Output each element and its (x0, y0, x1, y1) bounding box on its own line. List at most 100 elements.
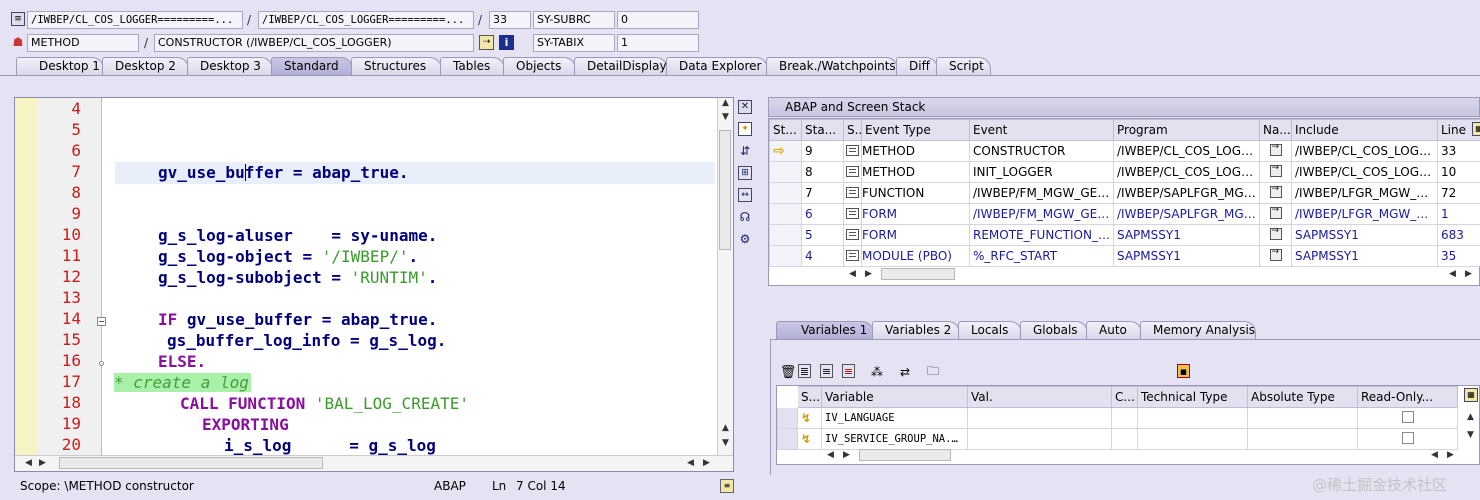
event-type[interactable]: FORM (861, 203, 970, 225)
layout-icon[interactable]: ▦ (1472, 122, 1480, 136)
read-only-checkbox[interactable] (1401, 410, 1414, 423)
tab-variables-2[interactable]: Variables 2 (872, 321, 960, 339)
event-type[interactable]: FUNCTION (861, 182, 970, 204)
scroll-left-icon[interactable]: ◀ (25, 458, 32, 468)
line[interactable]: 1 (1437, 203, 1480, 225)
line[interactable]: 10 (1437, 161, 1480, 183)
column-header[interactable]: S... (843, 119, 862, 141)
event[interactable]: /IWBEP/FM_MGW_GET_... (969, 203, 1114, 225)
tab-script[interactable]: Script (936, 57, 991, 75)
include[interactable]: /IWBEP/CL_COS_LOGGE... (1291, 161, 1438, 183)
tab-variables-1[interactable]: Variables 1 (776, 321, 874, 339)
navigate-icon[interactable] (1269, 205, 1282, 219)
event[interactable]: REMOTE_FUNCTION_CA... (969, 224, 1114, 246)
stack-level[interactable]: 4 (801, 245, 844, 267)
scroll-up-icon[interactable]: ▲ (722, 423, 729, 433)
scroll-right-icon[interactable]: ▶ (703, 458, 710, 468)
scroll-thumb[interactable] (859, 449, 951, 461)
tab-memory-analysis[interactable]: Memory Analysis (1140, 321, 1256, 339)
row-selector[interactable] (777, 407, 798, 429)
scroll-thumb[interactable] (881, 268, 955, 280)
column-header[interactable]: S... (797, 386, 822, 408)
tab-auto[interactable]: Auto (1086, 321, 1142, 339)
scroll-left-icon[interactable]: ◀ (687, 458, 694, 468)
row-selector[interactable] (777, 428, 798, 450)
sysvar-value-tabix[interactable]: 1 (617, 34, 699, 52)
column-header[interactable]: Event (969, 119, 1114, 141)
event[interactable]: /IWBEP/FM_MGW_GET_... (969, 182, 1114, 204)
tab-breakpoints[interactable]: Break./Watchpoints (766, 57, 898, 75)
program[interactable]: /IWBEP/SAPLFGR_MGW... (1113, 203, 1260, 225)
table-row[interactable]: ⇨ 9 METHOD CONSTRUCTOR/IWBEP/CL_COS_LOGGE..… (769, 140, 1480, 162)
document-icon[interactable]: ≡ (720, 479, 734, 493)
list-icon[interactable]: ≣ (798, 364, 811, 378)
include-field[interactable]: /IWBEP/CL_COS_LOGGER=========... (258, 11, 474, 29)
scroll-left-icon[interactable]: ◀ (849, 269, 856, 279)
scroll-right-icon[interactable]: ▶ (39, 458, 46, 468)
stack-level[interactable]: 9 (801, 140, 844, 162)
column-header[interactable]: Val. (967, 386, 1112, 408)
info-icon[interactable]: i (499, 35, 514, 50)
stack-level[interactable]: 7 (801, 182, 844, 204)
table-row[interactable]: ↯ IV_LANGUAGE (777, 407, 1458, 429)
navigate-icon[interactable] (1269, 247, 1282, 261)
column-header[interactable]: Program (1113, 119, 1260, 141)
settings-icon[interactable]: ⚙ (738, 232, 752, 246)
program[interactable]: SAPMSSY1 (1113, 245, 1260, 267)
event-type[interactable]: FORM (861, 224, 970, 246)
column-header[interactable]: Sta... (801, 119, 844, 141)
tab-diff[interactable]: Diff (896, 57, 938, 75)
editor-horizontal-scrollbar[interactable]: ◀ ▶ ◀ ▶ (15, 455, 733, 471)
column-header[interactable]: Variable (821, 386, 968, 408)
scroll-thumb[interactable] (59, 457, 323, 469)
table-row[interactable]: 8 METHOD INIT_LOGGER/IWBEP/CL_COS_LOGGE...… (769, 161, 1480, 183)
include[interactable]: /IWBEP/LFGR_MGW_CLI... (1291, 203, 1438, 225)
scroll-up-icon[interactable]: ▲ (722, 98, 729, 108)
scroll-thumb[interactable] (719, 130, 731, 250)
event[interactable]: %_RFC_START (969, 245, 1114, 267)
sysvar-name-subrc[interactable]: SY-SUBRC (533, 11, 615, 29)
line[interactable]: 72 (1437, 182, 1480, 204)
scroll-down-icon[interactable]: ▼ (1467, 430, 1474, 440)
tab-standard[interactable]: Standard (271, 57, 353, 75)
event-name-field[interactable]: CONSTRUCTOR (/IWBEP/CL_COS_LOGGER) (154, 34, 474, 52)
headphones-icon[interactable]: ☊ (738, 210, 752, 224)
event[interactable]: INIT_LOGGER (969, 161, 1114, 183)
event-type-field[interactable]: METHOD (27, 34, 139, 52)
sysvar-value-subrc[interactable]: 0 (617, 11, 699, 29)
editor-vertical-scrollbar[interactable]: ▲ ▼ ▲ ▼ (717, 98, 733, 456)
tab-detail-display[interactable]: DetailDisplay (574, 57, 668, 75)
event-type[interactable]: METHOD (861, 140, 970, 162)
include[interactable]: SAPMSSY1 (1291, 224, 1438, 246)
maximize-icon[interactable]: ⊞ (738, 166, 752, 180)
delete-icon[interactable]: 🗑 (780, 364, 797, 380)
scroll-left-icon[interactable]: ◀ (827, 450, 834, 460)
variable-value[interactable] (967, 428, 1112, 450)
program[interactable]: SAPMSSY1 (1113, 224, 1260, 246)
table-row[interactable]: 7 FUNCTION/IWBEP/FM_MGW_GET_.../IWBEP/SAP… (769, 182, 1480, 204)
scroll-right-icon[interactable]: ▶ (843, 450, 850, 460)
line-field[interactable]: 33 (489, 11, 531, 29)
program-field[interactable]: /IWBEP/CL_COS_LOGGER=========... (27, 11, 243, 29)
scroll-right-icon[interactable]: ▶ (1465, 269, 1472, 279)
program[interactable]: /IWBEP/CL_COS_LOGGE... (1113, 161, 1260, 183)
tab-desktop-3[interactable]: Desktop 3 (187, 57, 273, 75)
program[interactable]: /IWBEP/SAPLFGR_MGW... (1113, 182, 1260, 204)
navigate-icon[interactable] (1269, 226, 1282, 240)
scroll-down-icon[interactable]: ▼ (722, 438, 729, 448)
line[interactable]: 35 (1437, 245, 1480, 267)
include[interactable]: /IWBEP/CL_COS_LOGGE... (1291, 140, 1438, 162)
save-icon[interactable]: ▪ (1177, 364, 1190, 378)
navigate-icon[interactable] (1269, 184, 1282, 198)
scroll-right-icon[interactable]: ▶ (865, 269, 872, 279)
tab-desktop-2[interactable]: Desktop 2 (102, 57, 189, 75)
event-type[interactable]: METHOD (861, 161, 970, 183)
column-header[interactable]: St... (769, 119, 802, 141)
folder-icon[interactable]: 🗀 (925, 364, 941, 380)
table-row[interactable]: 5FORMREMOTE_FUNCTION_CA...SAPMSSY1SAPMSS… (769, 224, 1480, 246)
column-header[interactable]: Event Type (861, 119, 970, 141)
stack-level[interactable]: 6 (801, 203, 844, 225)
details-icon[interactable]: ≡ (820, 364, 833, 378)
program[interactable]: /IWBEP/CL_COS_LOGGE... (1113, 140, 1260, 162)
tab-globals[interactable]: Globals (1020, 321, 1088, 339)
